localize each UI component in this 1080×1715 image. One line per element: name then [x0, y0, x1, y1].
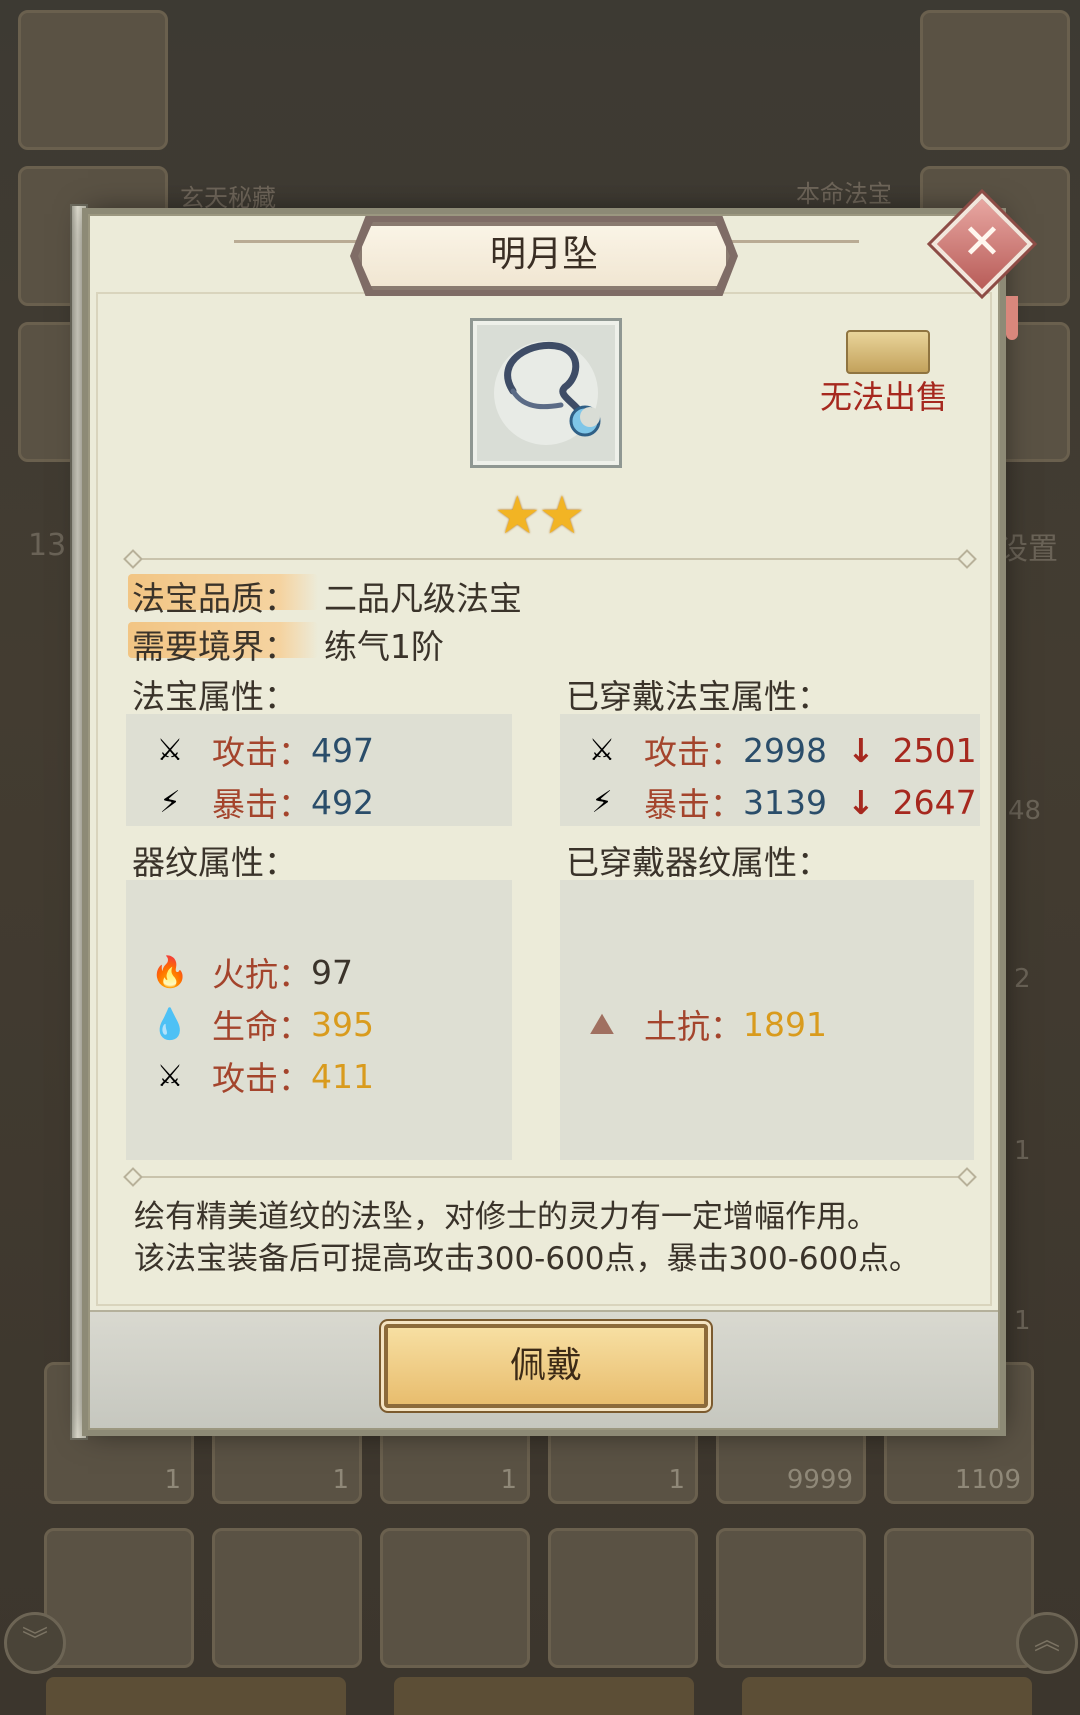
pattern-attr-row: 🔥 火抗： 97	[148, 948, 353, 996]
treasure-attr-row: ⚡ 暴击： 492	[148, 778, 374, 826]
earth-icon: ⛰	[589, 1006, 615, 1042]
bg-inventory-slot[interactable]	[212, 1528, 362, 1668]
attr-value: 1891	[743, 1004, 827, 1044]
bg-settings-text[interactable]: 设置	[998, 524, 1058, 568]
chest-icon	[846, 330, 930, 374]
attr-name: 暴击：	[644, 785, 743, 824]
bg-equip-slot-ring[interactable]	[920, 10, 1070, 150]
bg-inventory-slot[interactable]	[716, 1528, 866, 1668]
item-description: 绘有精美道纹的法坠，对修士的灵力有一定增幅作用。 该法宝装备后可提高攻击300-…	[134, 1196, 954, 1280]
realm-label: 需要境界：	[132, 627, 297, 666]
sword-icon: ⚔	[156, 1058, 184, 1094]
attr-value: 411	[311, 1056, 374, 1096]
divider	[130, 1176, 970, 1178]
tassel-decoration	[1006, 296, 1018, 340]
pattern-attr-row: 💧 生命： 395	[148, 1000, 374, 1048]
scroll-rod-decoration	[70, 204, 88, 1440]
pattern-attr-row: ⚔ 攻击： 411	[148, 1052, 374, 1100]
worn-pattern-attr-title: 已穿戴器纹属性：	[566, 843, 830, 882]
attr-name: 攻击：	[212, 733, 311, 772]
attr-name: 攻击：	[644, 733, 743, 772]
pendant-icon	[494, 341, 601, 445]
attr-name: 生命：	[212, 1007, 311, 1046]
worn-pattern-attr-row: ⛰ 土抗： 1891	[580, 1000, 827, 1048]
attr-diff: 2501	[892, 730, 977, 770]
down-arrow-icon: ↓	[846, 730, 875, 770]
bg-bottom-tab[interactable]	[742, 1677, 1032, 1715]
scroll-up-icon[interactable]: ︽	[1016, 1612, 1078, 1674]
description-line: 绘有精美道纹的法坠，对修士的灵力有一定增幅作用。	[134, 1199, 878, 1235]
item-icon-frame	[470, 318, 622, 468]
bg-inventory-slot[interactable]	[548, 1528, 698, 1668]
attr-name: 攻击：	[212, 1059, 311, 1098]
attr-value: 97	[311, 952, 353, 992]
bg-inventory-slot[interactable]	[380, 1528, 530, 1668]
fire-icon: 🔥	[151, 954, 189, 990]
bg-bottom-tab[interactable]	[46, 1677, 346, 1715]
attr-value: 497	[311, 730, 374, 770]
crit-icon: ⚡	[591, 784, 613, 820]
bg-inventory-slot[interactable]	[884, 1528, 1034, 1668]
attr-value: 395	[311, 1004, 374, 1044]
bg-number: 13	[28, 528, 67, 563]
unsellable-label: 无法出售	[820, 378, 949, 416]
worn-attr-row: ⚔ 攻击： 2998 ↓ 2501	[580, 726, 977, 774]
bg-side-count: 2	[1014, 964, 1031, 994]
dialog-title: 明月坠	[358, 222, 730, 290]
attr-value: 3139	[743, 782, 827, 822]
sword-icon: ⚔	[588, 732, 616, 768]
worn-attr-row: ⚡ 暴击： 3139 ↓ 2647	[580, 778, 977, 826]
worn-attr-title: 已穿戴法宝属性：	[566, 677, 830, 716]
crit-icon: ⚡	[159, 784, 181, 820]
quality-value: 二品凡级法宝	[324, 579, 522, 618]
bg-side-count: 48	[1008, 796, 1042, 826]
life-icon: 💧	[151, 1006, 189, 1042]
treasure-attr-title: 法宝属性：	[132, 677, 297, 716]
rarity-stars: ★★	[494, 486, 585, 546]
attr-diff: 2647	[892, 782, 977, 822]
attr-name: 火抗：	[212, 955, 311, 994]
pattern-attr-title: 器纹属性：	[132, 843, 297, 882]
attr-value: 492	[311, 782, 374, 822]
divider	[130, 558, 970, 560]
equip-button[interactable]: 佩戴	[384, 1324, 708, 1408]
scroll-down-icon[interactable]: ︾	[4, 1612, 66, 1674]
bg-side-count: 1	[1014, 1136, 1031, 1166]
description-line: 该法宝装备后可提高攻击300-600点，暴击300-600点。	[134, 1241, 921, 1277]
close-icon: ✕	[961, 214, 1003, 270]
treasure-attr-row: ⚔ 攻击： 497	[148, 726, 374, 774]
down-arrow-icon: ↓	[846, 782, 875, 822]
bg-bottom-tab[interactable]	[394, 1677, 694, 1715]
bg-equip-slot-helmet[interactable]	[18, 10, 168, 150]
bg-side-count: 1	[1014, 1306, 1031, 1336]
attr-value: 2998	[743, 730, 827, 770]
attr-name: 暴击：	[212, 785, 311, 824]
bg-label-xuantian[interactable]: 玄天秘藏	[180, 178, 276, 213]
quality-label: 法宝品质：	[132, 579, 297, 618]
realm-value: 练气1阶	[324, 627, 444, 666]
bg-label-benming[interactable]: 本命法宝	[796, 174, 892, 209]
attr-name: 土抗：	[644, 1007, 743, 1046]
sword-icon: ⚔	[156, 732, 184, 768]
bg-inventory-slot[interactable]	[44, 1528, 194, 1668]
